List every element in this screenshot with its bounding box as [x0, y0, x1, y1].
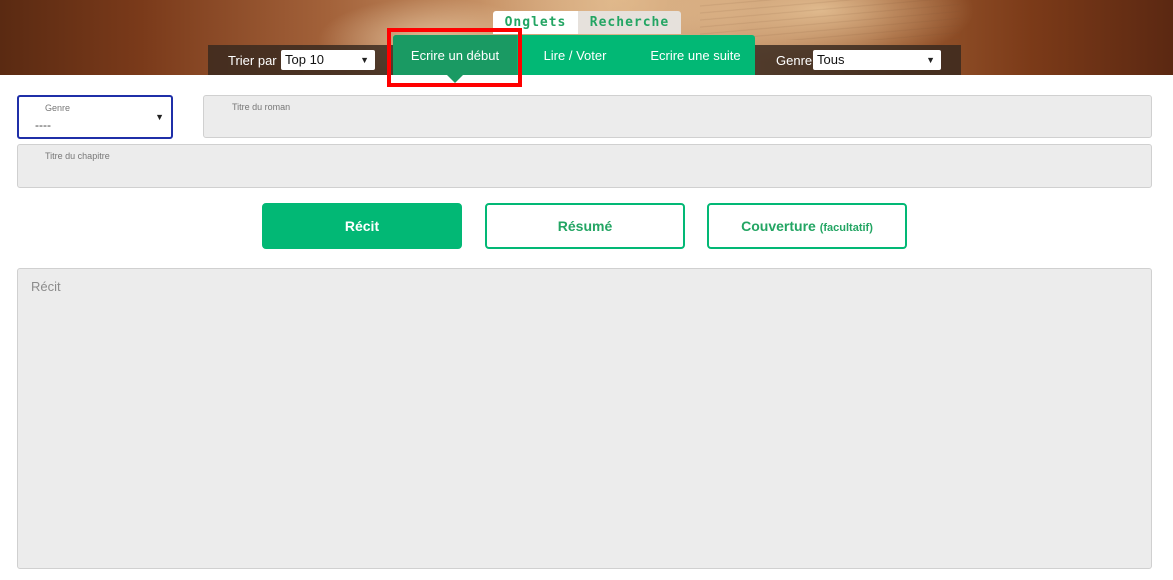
- dropdown-arrow-icon: ▼: [360, 55, 369, 65]
- tab-ecrire-debut[interactable]: Ecrire un début: [393, 35, 517, 83]
- genre-filter-label: Genre: [776, 53, 813, 68]
- recit-placeholder: Récit: [31, 279, 61, 294]
- sort-label: Trier par: [228, 53, 277, 68]
- tab-recherche[interactable]: Recherche: [578, 11, 681, 34]
- book-background-image: [700, 0, 960, 40]
- chapter-title-input[interactable]: Titre du chapitre: [17, 144, 1152, 188]
- novel-title-input[interactable]: Titre du roman: [203, 95, 1152, 138]
- genre-filter-select[interactable]: Tous ▼: [813, 50, 941, 70]
- genre-field-value: ----: [35, 118, 51, 132]
- resume-button[interactable]: Résumé: [485, 203, 685, 249]
- couverture-label: Couverture: [741, 218, 816, 234]
- couverture-button[interactable]: Couverture (facultatif): [707, 203, 907, 249]
- chapter-title-label: Titre du chapitre: [45, 151, 110, 161]
- genre-filter-value: Tous: [817, 52, 845, 67]
- sort-select-value: Top 10: [285, 52, 325, 67]
- recit-textarea[interactable]: Récit: [17, 268, 1152, 569]
- novel-title-label: Titre du roman: [232, 102, 291, 112]
- tab-lire-voter[interactable]: Lire / Voter: [525, 35, 625, 75]
- tab-onglets[interactable]: Onglets: [493, 11, 578, 34]
- dropdown-arrow-icon: ▼: [926, 55, 935, 65]
- recit-button[interactable]: Récit: [262, 203, 462, 249]
- couverture-note: (facultatif): [819, 222, 873, 234]
- sort-select[interactable]: Top 10 ▼: [281, 50, 375, 70]
- top-tab-switch: Onglets Recherche: [493, 11, 681, 34]
- dropdown-arrow-icon: ▼: [155, 112, 164, 122]
- tab-ecrire-suite[interactable]: Ecrire une suite: [637, 35, 754, 75]
- genre-select[interactable]: Genre ---- ▼: [17, 95, 173, 139]
- genre-field-label: Genre: [45, 103, 71, 113]
